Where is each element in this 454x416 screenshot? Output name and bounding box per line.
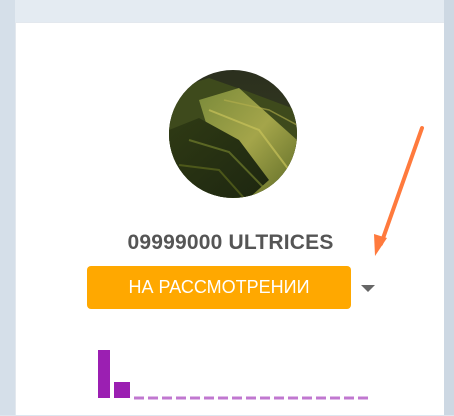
chart-bar <box>114 382 130 398</box>
window-top-strip <box>0 0 454 22</box>
window-right-strip <box>444 0 454 415</box>
window-left-strip <box>0 0 15 415</box>
chart-bar <box>98 350 110 398</box>
mini-chart <box>98 350 368 400</box>
profile-card: 09999000 ULTRICES НА РАССМОТРЕНИИ <box>15 22 444 415</box>
